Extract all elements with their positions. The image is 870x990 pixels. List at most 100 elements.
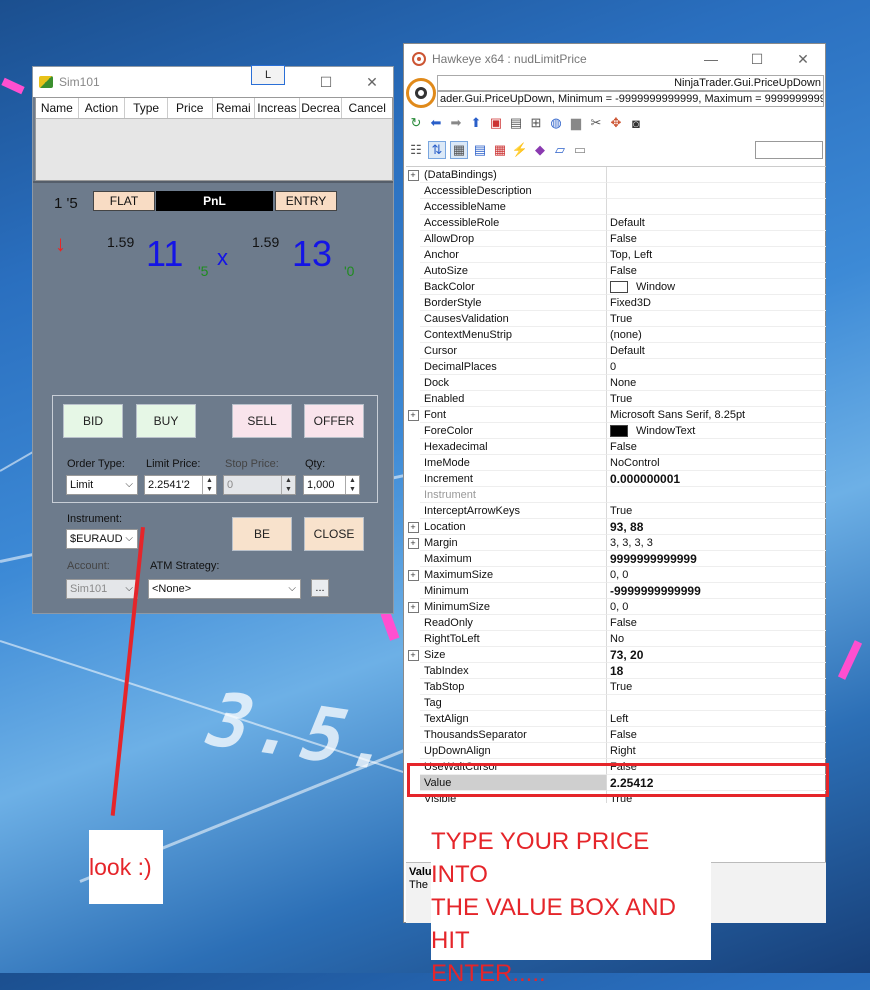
property-value[interactable]: False — [607, 231, 826, 247]
property-value[interactable]: 73, 20 — [607, 647, 826, 663]
categorized-icon[interactable]: ☷ — [408, 142, 424, 158]
close-button[interactable]: CLOSE — [304, 517, 364, 551]
maximize-icon[interactable]: ☐ — [303, 67, 349, 97]
chevron-down-icon[interactable]: ⌵ — [125, 479, 133, 490]
property-value[interactable]: 0, 0 — [607, 599, 826, 615]
property-row[interactable]: TextAlign Left — [406, 711, 826, 727]
column-header[interactable]: Type — [125, 98, 168, 118]
forward-arrow-icon[interactable]: ➡ — [448, 115, 464, 131]
pnl-display[interactable]: PnL — [156, 191, 273, 211]
property-row[interactable]: Enabled True — [406, 391, 826, 407]
property-value[interactable]: 0 — [607, 359, 826, 375]
property-value[interactable]: WindowText — [607, 423, 826, 439]
property-row[interactable]: Maximum 9999999999999 — [406, 551, 826, 567]
property-name[interactable]: Location — [420, 519, 607, 535]
property-row[interactable]: + Size 73, 20 — [406, 647, 826, 663]
bid-button[interactable]: BID — [63, 404, 123, 438]
property-row[interactable]: TabIndex 18 — [406, 663, 826, 679]
property-pages-icon[interactable]: ▭ — [572, 142, 588, 158]
sort-alpha-icon[interactable]: ⇅ — [428, 141, 446, 159]
buy-button[interactable]: BUY — [136, 404, 196, 438]
property-row[interactable]: Cursor Default — [406, 343, 826, 359]
expand-icon[interactable]: + — [407, 521, 419, 533]
property-value[interactable]: Window — [607, 279, 826, 295]
property-row[interactable]: AllowDrop False — [406, 231, 826, 247]
property-value[interactable]: Default — [607, 215, 826, 231]
property-row[interactable]: ImeMode NoControl — [406, 455, 826, 471]
property-value[interactable] — [607, 199, 826, 215]
expand-icon[interactable]: + — [407, 569, 419, 581]
property-row[interactable]: AccessibleName — [406, 199, 826, 215]
property-row[interactable]: AutoSize False — [406, 263, 826, 279]
expand-icon[interactable]: + — [407, 649, 419, 661]
be-button[interactable]: BE — [232, 517, 292, 551]
property-value[interactable] — [607, 695, 826, 711]
hawkeye-titlebar[interactable]: Hawkeye x64 : nudLimitPrice — ☐ ✕ — [404, 44, 825, 74]
close-icon[interactable]: ✕ — [349, 67, 395, 97]
property-value[interactable]: 0, 0 — [607, 567, 826, 583]
property-row[interactable]: + Location 93, 88 — [406, 519, 826, 535]
column-header[interactable]: Decrea — [300, 98, 343, 118]
property-name[interactable]: Minimum — [420, 583, 607, 599]
property-row[interactable]: Dock None — [406, 375, 826, 391]
up-arrow-icon[interactable]: ⬆ — [468, 115, 484, 131]
property-value[interactable]: 18 — [607, 663, 826, 679]
property-value[interactable]: Top, Left — [607, 247, 826, 263]
property-name[interactable]: MinimumSize — [420, 599, 607, 615]
property-row[interactable]: Anchor Top, Left — [406, 247, 826, 263]
property-row[interactable]: Hexadecimal False — [406, 439, 826, 455]
property-row[interactable]: + MaximumSize 0, 0 — [406, 567, 826, 583]
offer-button[interactable]: OFFER — [304, 404, 364, 438]
chevron-down-icon[interactable]: ⌵ — [288, 583, 296, 594]
qty-stepper[interactable]: 1,000 ▲ ▼ — [303, 475, 360, 495]
property-row[interactable]: InterceptArrowKeys True — [406, 503, 826, 519]
property-value[interactable] — [607, 487, 826, 503]
methods-icon[interactable]: ◆ — [532, 142, 548, 158]
limit-price-stepper[interactable]: 2.2541'2 ▲ ▼ — [144, 475, 217, 495]
grid-icon[interactable]: ▦ — [492, 142, 508, 158]
properties-icon[interactable]: ▦ — [450, 141, 468, 159]
refresh-icon[interactable]: ↻ — [408, 115, 424, 131]
property-name[interactable]: Font — [420, 407, 607, 423]
instrument-select[interactable]: $EURAUD ⌵ — [66, 529, 138, 549]
property-value[interactable]: False — [607, 727, 826, 743]
property-row[interactable]: ReadOnly False — [406, 615, 826, 631]
eraser-icon[interactable]: ▱ — [552, 142, 568, 158]
document-icon[interactable]: ▤ — [508, 115, 524, 131]
property-row[interactable]: AccessibleRole Default — [406, 215, 826, 231]
spin-down-icon[interactable]: ▼ — [203, 485, 216, 494]
property-name[interactable]: Increment — [420, 471, 607, 487]
events-icon[interactable]: ⚡ — [512, 142, 528, 158]
property-name[interactable]: Tag — [420, 695, 607, 711]
property-value[interactable]: 0.000000001 — [607, 471, 826, 487]
property-row[interactable]: Increment 0.000000001 — [406, 471, 826, 487]
minimize-icon[interactable]: — — [688, 44, 734, 74]
property-name[interactable]: ContextMenuStrip — [420, 327, 607, 343]
property-name[interactable]: TabIndex — [420, 663, 607, 679]
property-name[interactable]: Size — [420, 647, 607, 663]
property-value[interactable]: False — [607, 615, 826, 631]
expand-icon[interactable]: + — [407, 169, 419, 181]
property-row[interactable]: DecimalPlaces 0 — [406, 359, 826, 375]
property-name[interactable]: Anchor — [420, 247, 607, 263]
property-value[interactable]: True — [607, 679, 826, 695]
property-name[interactable]: Margin — [420, 535, 607, 551]
property-value[interactable]: Right — [607, 743, 826, 759]
property-name[interactable]: DecimalPlaces — [420, 359, 607, 375]
expand-icon[interactable]: + — [407, 409, 419, 421]
property-value[interactable]: 3, 3, 3, 3 — [607, 535, 826, 551]
property-name[interactable]: BackColor — [420, 279, 607, 295]
property-row[interactable]: ForeColor WindowText — [406, 423, 826, 439]
property-row[interactable]: CausesValidation True — [406, 311, 826, 327]
property-row[interactable]: + (DataBindings) — [406, 167, 826, 183]
property-name[interactable]: Hexadecimal — [420, 439, 607, 455]
property-row[interactable]: TabStop True — [406, 679, 826, 695]
l-button[interactable]: L — [251, 65, 285, 85]
property-name[interactable]: UpDownAlign — [420, 743, 607, 759]
back-arrow-icon[interactable]: ⬅ — [428, 115, 444, 131]
atm-strategy-select[interactable]: <None> ⌵ — [148, 579, 301, 599]
property-name[interactable]: AccessibleRole — [420, 215, 607, 231]
spin-up-icon[interactable]: ▲ — [203, 476, 216, 485]
property-row[interactable]: Tag — [406, 695, 826, 711]
spin-up-icon[interactable]: ▲ — [346, 476, 359, 485]
